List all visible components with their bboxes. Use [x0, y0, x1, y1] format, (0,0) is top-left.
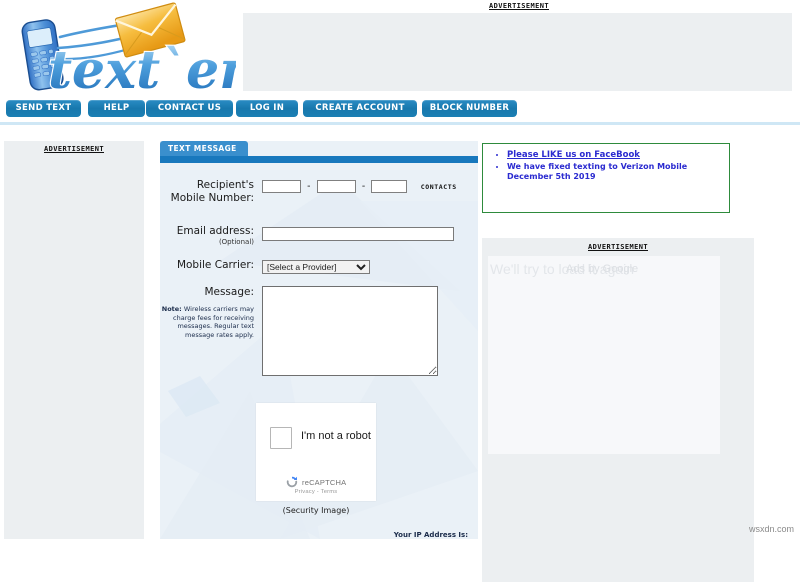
- ads-by-google-label: Ads by Google: [566, 263, 639, 275]
- phone-separator-2: -: [361, 181, 366, 193]
- logo-wordmark: text`em: [48, 40, 236, 96]
- carrier-fee-note: Note: Wireless carriers may charge fees …: [160, 305, 262, 339]
- recaptcha-brand: reCAPTCHA: [302, 478, 347, 487]
- security-image-caption: (Security Image): [282, 506, 350, 515]
- list-item: We have fixed texting to Verizon Mobile …: [507, 162, 729, 183]
- page-header: text`em ADVERTISEMENT: [0, 0, 800, 98]
- email-label: Email address: (Optional): [160, 225, 262, 247]
- main-navigation: SEND TEXT HELP CONTACT US LOG IN CREATE …: [0, 98, 800, 123]
- right-ad-slot[interactable]: [488, 256, 720, 454]
- list-item[interactable]: Please LIKE us on FaceBook: [507, 150, 729, 161]
- nav-item-contact-us[interactable]: CONTACT US: [146, 100, 233, 117]
- recipient-fields: - - CONTACTS: [262, 179, 478, 194]
- corner-watermark: wsxdn.com: [748, 524, 794, 534]
- email-optional-note: (Optional): [218, 238, 254, 246]
- ip-address-block: Your IP Address Is: 171.79.177.58: [394, 531, 468, 539]
- contacts-link[interactable]: CONTACTS: [421, 183, 457, 191]
- message-label: Message:: [204, 286, 254, 298]
- message-row: Message: Note: Wireless carriers may cha…: [160, 286, 478, 379]
- recaptcha-checkbox[interactable]: [270, 427, 292, 449]
- recaptcha-links[interactable]: Privacy - Terms: [256, 489, 376, 495]
- left-ad-label: ADVERTISEMENT: [44, 145, 104, 153]
- carrier-field-wrap: [Select a Provider]: [262, 259, 478, 274]
- phone-separator-1: -: [307, 181, 311, 193]
- recaptcha-label: I'm not a robot: [301, 430, 371, 442]
- email-label-text: Email address:: [176, 225, 254, 237]
- phone-line-input[interactable]: [371, 180, 408, 194]
- carrier-label: Mobile Carrier:: [176, 259, 254, 271]
- recaptcha-widget[interactable]: I'm not a robot reCAPTCHA Privacy - Term…: [256, 403, 376, 501]
- tab-text-message[interactable]: TEXT MESSAGE: [160, 141, 248, 156]
- phone-prefix-input[interactable]: [316, 180, 356, 194]
- message-label-col: Message: Note: Wireless carriers may cha…: [160, 286, 262, 339]
- left-advertisement[interactable]: [4, 141, 144, 539]
- carrier-row: Mobile Carrier: [Select a Provider]: [160, 259, 478, 274]
- announcement-list: Please LIKE us on FaceBook We have fixed…: [483, 150, 729, 183]
- top-advertisement: ADVERTISEMENT: [238, 0, 800, 96]
- email-field-wrap: [262, 225, 478, 241]
- recipient-row: Recipient's Mobile Number: - - CONTACTS: [160, 179, 478, 205]
- announcements-box: Please LIKE us on FaceBook We have fixed…: [482, 143, 730, 213]
- right-ad-label: ADVERTISEMENT: [588, 243, 648, 251]
- send-text-form: Recipient's Mobile Number: - - CONTACTS …: [160, 163, 478, 379]
- carrier-select[interactable]: [Select a Provider]: [262, 260, 370, 274]
- nav-item-log-in[interactable]: LOG IN: [236, 100, 298, 117]
- nav-item-send-text[interactable]: SEND TEXT: [6, 100, 81, 117]
- phone-area-input[interactable]: [262, 180, 301, 194]
- email-input[interactable]: [262, 226, 454, 241]
- nav-item-block-number[interactable]: BLOCK NUMBER: [422, 100, 517, 117]
- ip-address-label: Your IP Address Is:: [393, 531, 468, 539]
- nav-item-help[interactable]: HELP: [88, 100, 145, 117]
- email-row: Email address: (Optional): [160, 225, 478, 247]
- message-field-wrap: [262, 286, 478, 379]
- message-textarea[interactable]: [262, 286, 438, 376]
- top-ad-label: ADVERTISEMENT: [489, 2, 549, 10]
- recaptcha-icon: [286, 476, 298, 488]
- site-logo[interactable]: text`em: [8, 2, 236, 96]
- facebook-like-link[interactable]: Please LIKE us on FaceBook: [507, 150, 640, 160]
- nav-item-create-account[interactable]: CREATE ACCOUNT: [303, 100, 417, 117]
- top-ad-slot[interactable]: [243, 13, 792, 91]
- note-prefix: Note:: [161, 305, 182, 313]
- text-message-panel: TEXT MESSAGE Recipient's Mobile Number: …: [160, 141, 478, 539]
- page-content: ADVERTISEMENT TEXT MESSAGE Recipient's M…: [0, 125, 800, 582]
- note-body: Wireless carriers may charge fees for re…: [173, 305, 254, 339]
- tab-underline-bar: [160, 156, 478, 163]
- recipient-label: Recipient's Mobile Number:: [170, 179, 254, 204]
